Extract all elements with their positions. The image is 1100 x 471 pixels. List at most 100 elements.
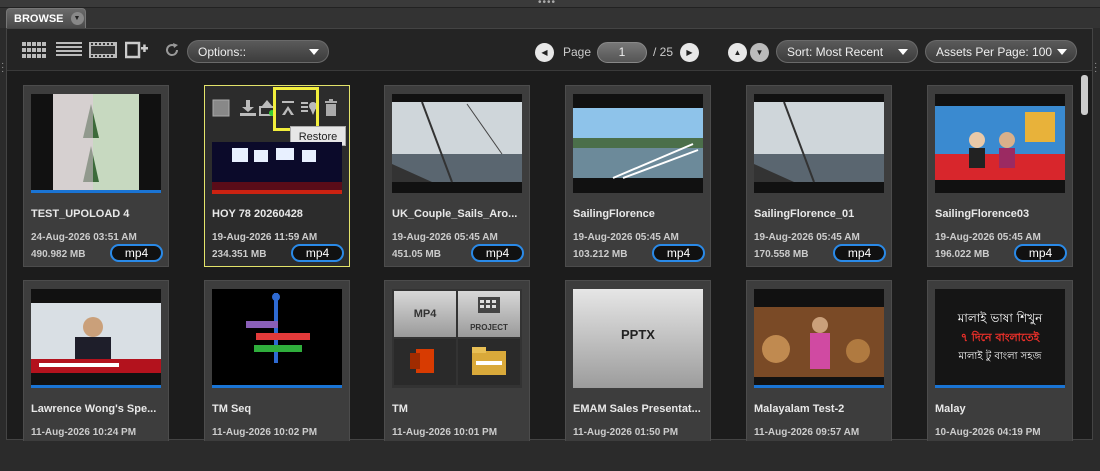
asset-date: 24-Aug-2026 03:51 AM — [31, 232, 137, 243]
progress-bar — [212, 385, 342, 388]
project-icon — [478, 297, 500, 313]
select-checkbox[interactable] — [212, 98, 230, 118]
tab-browse[interactable]: BROWSE ▼ — [6, 8, 86, 28]
asset-card-selected[interactable]: Restore HOY 78 20260428 19-Aug-2026 11:5… — [204, 85, 350, 267]
delete-icon[interactable] — [322, 98, 340, 118]
folder-icon — [472, 347, 506, 375]
sort-dropdown[interactable]: Sort: Most Recent — [776, 40, 918, 63]
asset-thumbnail[interactable] — [212, 142, 342, 194]
caret-down-icon — [898, 49, 908, 55]
asset-date: 11-Aug-2026 09:57 AM — [754, 427, 860, 438]
asset-date: 19-Aug-2026 05:45 AM — [935, 232, 1041, 243]
asset-thumbnail[interactable]: MP4 PROJECT — [392, 289, 522, 388]
options-dropdown[interactable]: Options:: — [187, 40, 329, 63]
project-label: PROJECT — [470, 323, 508, 332]
asset-thumbnail[interactable] — [31, 94, 161, 193]
asset-size: 170.558 MB — [754, 249, 809, 260]
asset-thumbnail[interactable] — [935, 94, 1065, 193]
asset-card[interactable]: SailingFlorence_01 19-Aug-2026 05:45 AM … — [746, 85, 892, 267]
asset-title: Malay — [935, 403, 966, 415]
asset-thumbnail[interactable] — [754, 289, 884, 388]
format-badge: mp4 — [1014, 244, 1067, 262]
asset-card[interactable]: UK_Couple_Sails_Aro... 19-Aug-2026 05:45… — [384, 85, 530, 267]
thumb-line: মালাই টু বাংলা সহজ — [958, 351, 1042, 362]
asset-title: SailingFlorence — [573, 208, 655, 220]
right-resize-grip[interactable]: · · · — [1094, 59, 1097, 77]
list-view-icon[interactable] — [56, 41, 82, 59]
filmstrip-view-icon[interactable] — [89, 41, 117, 59]
asset-date: 11-Aug-2026 10:24 PM — [31, 427, 137, 438]
options-label: Options:: — [198, 44, 247, 59]
asset-title: HOY 78 20260428 — [212, 208, 303, 220]
caret-down-icon — [309, 49, 319, 55]
refresh-icon[interactable] — [164, 41, 180, 59]
download-icon[interactable] — [239, 98, 257, 118]
asset-date: 10-Aug-2026 04:19 PM — [935, 427, 1041, 438]
asset-card[interactable]: MP4 PROJECT TM 11-Aug-2026 10:01 PM — [384, 280, 530, 462]
asset-date: 11-Aug-2026 01:50 PM — [573, 427, 679, 438]
asset-card[interactable]: Malayalam Test-2 11-Aug-2026 09:57 AM — [746, 280, 892, 462]
asset-thumbnail[interactable]: মালাই ভাষা শিখুন ৭ দিনে বাংলাতেই মালাই ট… — [935, 289, 1065, 388]
thumbnail-text: মালাই ভাষা শিখুন ৭ দিনে বাংলাতেই মালাই ট… — [935, 309, 1065, 366]
arrow-left-icon: ◀ — [541, 48, 548, 57]
asset-date: 19-Aug-2026 05:45 AM — [573, 232, 679, 243]
assets-per-page-label: Assets Per Page: 100 — [936, 44, 1053, 59]
prev-page-button[interactable]: ◀ — [535, 43, 554, 62]
asset-thumbnail[interactable] — [754, 94, 884, 193]
asset-thumbnail[interactable]: PPTX — [573, 289, 703, 388]
asset-title: TM Seq — [212, 403, 252, 415]
asset-size: 234.351 MB — [212, 249, 267, 260]
asset-size: 490.982 MB — [31, 249, 86, 260]
asset-size: 451.05 MB — [392, 249, 441, 260]
asset-date: 19-Aug-2026 05:45 AM — [754, 232, 860, 243]
asset-card[interactable]: PPTX EMAM Sales Presentat... 11-Aug-2026… — [565, 280, 711, 462]
page-number-input[interactable]: 1 — [597, 42, 647, 63]
progress-bar — [31, 385, 161, 388]
thumb-line: মালাই ভাষা শিখুন — [957, 311, 1043, 325]
asset-title: EMAM Sales Presentat... — [573, 403, 701, 415]
chevron-down-icon[interactable]: ▼ — [70, 12, 84, 25]
grid-view-icon[interactable] — [22, 41, 48, 59]
left-resize-grip[interactable]: · · · — [1, 59, 4, 77]
next-page-button[interactable]: ▶ — [680, 43, 699, 62]
add-asset-icon[interactable] — [125, 41, 149, 59]
format-badge: mp4 — [833, 244, 886, 262]
asset-title: Lawrence Wong's Spe... — [31, 403, 157, 415]
asset-thumbnail[interactable] — [212, 289, 342, 388]
office-icon — [410, 349, 434, 373]
asset-thumbnail[interactable] — [392, 94, 522, 193]
asset-card[interactable]: Lawrence Wong's Spe... 11-Aug-2026 10:24… — [23, 280, 169, 462]
tab-browse-label: BROWSE — [14, 12, 64, 25]
format-badge: mp4 — [652, 244, 705, 262]
asset-date: 19-Aug-2026 11:59 AM — [212, 232, 318, 243]
asset-card[interactable]: SailingFlorence 19-Aug-2026 05:45 AM 103… — [565, 85, 711, 267]
asset-size: 196.022 MB — [935, 249, 990, 260]
asset-title: SailingFlorence_01 — [754, 208, 855, 220]
progress-bar — [31, 190, 161, 193]
asset-thumbnail[interactable] — [573, 94, 703, 193]
asset-card[interactable]: TM Seq 11-Aug-2026 10:02 PM — [204, 280, 350, 462]
toolbar: Options:: ◀ Page 1 / 25 ▶ ▲ ▼ Sort: Most… — [7, 29, 1092, 71]
arrow-down-icon: ▼ — [755, 48, 764, 57]
format-badge: mp4 — [471, 244, 524, 262]
restore-highlight-box — [273, 87, 319, 131]
top-resize-handle[interactable]: •••• — [0, 0, 1100, 8]
asset-card[interactable]: SailingFlorence03 19-Aug-2026 05:45 AM 1… — [927, 85, 1073, 267]
scrollbar-thumb[interactable] — [1081, 75, 1088, 115]
asset-title: SailingFlorence03 — [935, 208, 1030, 220]
thumb-line: ৭ দিনে বাংলাতেই — [960, 331, 1040, 344]
asset-date: 19-Aug-2026 05:45 AM — [392, 232, 498, 243]
sort-descending-button[interactable]: ▼ — [750, 43, 769, 62]
asset-date: 11-Aug-2026 10:01 PM — [392, 427, 498, 438]
progress-bar — [935, 385, 1065, 388]
asset-card[interactable]: TEST_UPOLOAD 4 24-Aug-2026 03:51 AM 490.… — [23, 85, 169, 267]
sort-ascending-button[interactable]: ▲ — [728, 43, 747, 62]
asset-title: UK_Couple_Sails_Aro... — [392, 208, 518, 220]
page-total: / 25 — [653, 45, 674, 59]
asset-title: Malayalam Test-2 — [754, 403, 845, 415]
vertical-scrollbar[interactable] — [1081, 75, 1088, 435]
asset-card[interactable]: মালাই ভাষা শিখুন ৭ দিনে বাংলাতেই মালাই ট… — [927, 280, 1073, 462]
page-label: Page — [563, 45, 592, 59]
assets-per-page-dropdown[interactable]: Assets Per Page: 100 — [925, 40, 1077, 63]
asset-thumbnail[interactable] — [31, 289, 161, 388]
